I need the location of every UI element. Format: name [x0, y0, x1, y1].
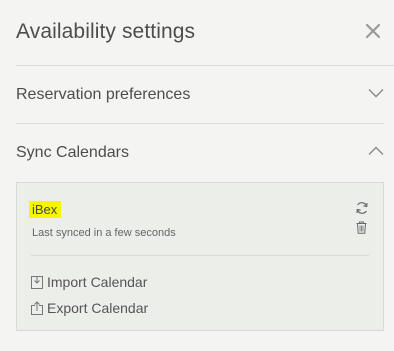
divider	[31, 255, 369, 256]
trash-icon[interactable]	[356, 221, 367, 234]
import-calendar-button[interactable]: Import Calendar	[31, 273, 147, 291]
export-calendar-label: Export Calendar	[47, 300, 149, 316]
page-title: Availability settings	[16, 20, 196, 43]
calendar-name[interactable]: iBex	[29, 201, 62, 218]
section-label: Sync Calendars	[16, 144, 129, 161]
close-button[interactable]	[364, 22, 382, 40]
availability-settings-panel: Availability settings Reservation prefer…	[0, 0, 394, 351]
import-calendar-label: Import Calendar	[47, 274, 148, 290]
import-icon	[31, 276, 43, 289]
close-icon	[365, 23, 381, 39]
export-icon	[31, 301, 43, 315]
sync-calendars-box: iBex Last synced in a few seconds Import…	[16, 182, 384, 331]
section-label: Reservation preferences	[16, 86, 191, 103]
last-synced-status: Last synced in a few seconds	[32, 227, 176, 239]
chevron-down-icon	[368, 88, 384, 98]
section-sync-calendars[interactable]: Sync Calendars	[16, 124, 384, 182]
chevron-up-icon	[368, 146, 384, 156]
section-reservation-preferences[interactable]: Reservation preferences	[16, 66, 384, 124]
panel-header: Availability settings	[16, 0, 394, 66]
export-calendar-button[interactable]: Export Calendar	[31, 299, 148, 317]
refresh-icon[interactable]	[355, 201, 369, 215]
